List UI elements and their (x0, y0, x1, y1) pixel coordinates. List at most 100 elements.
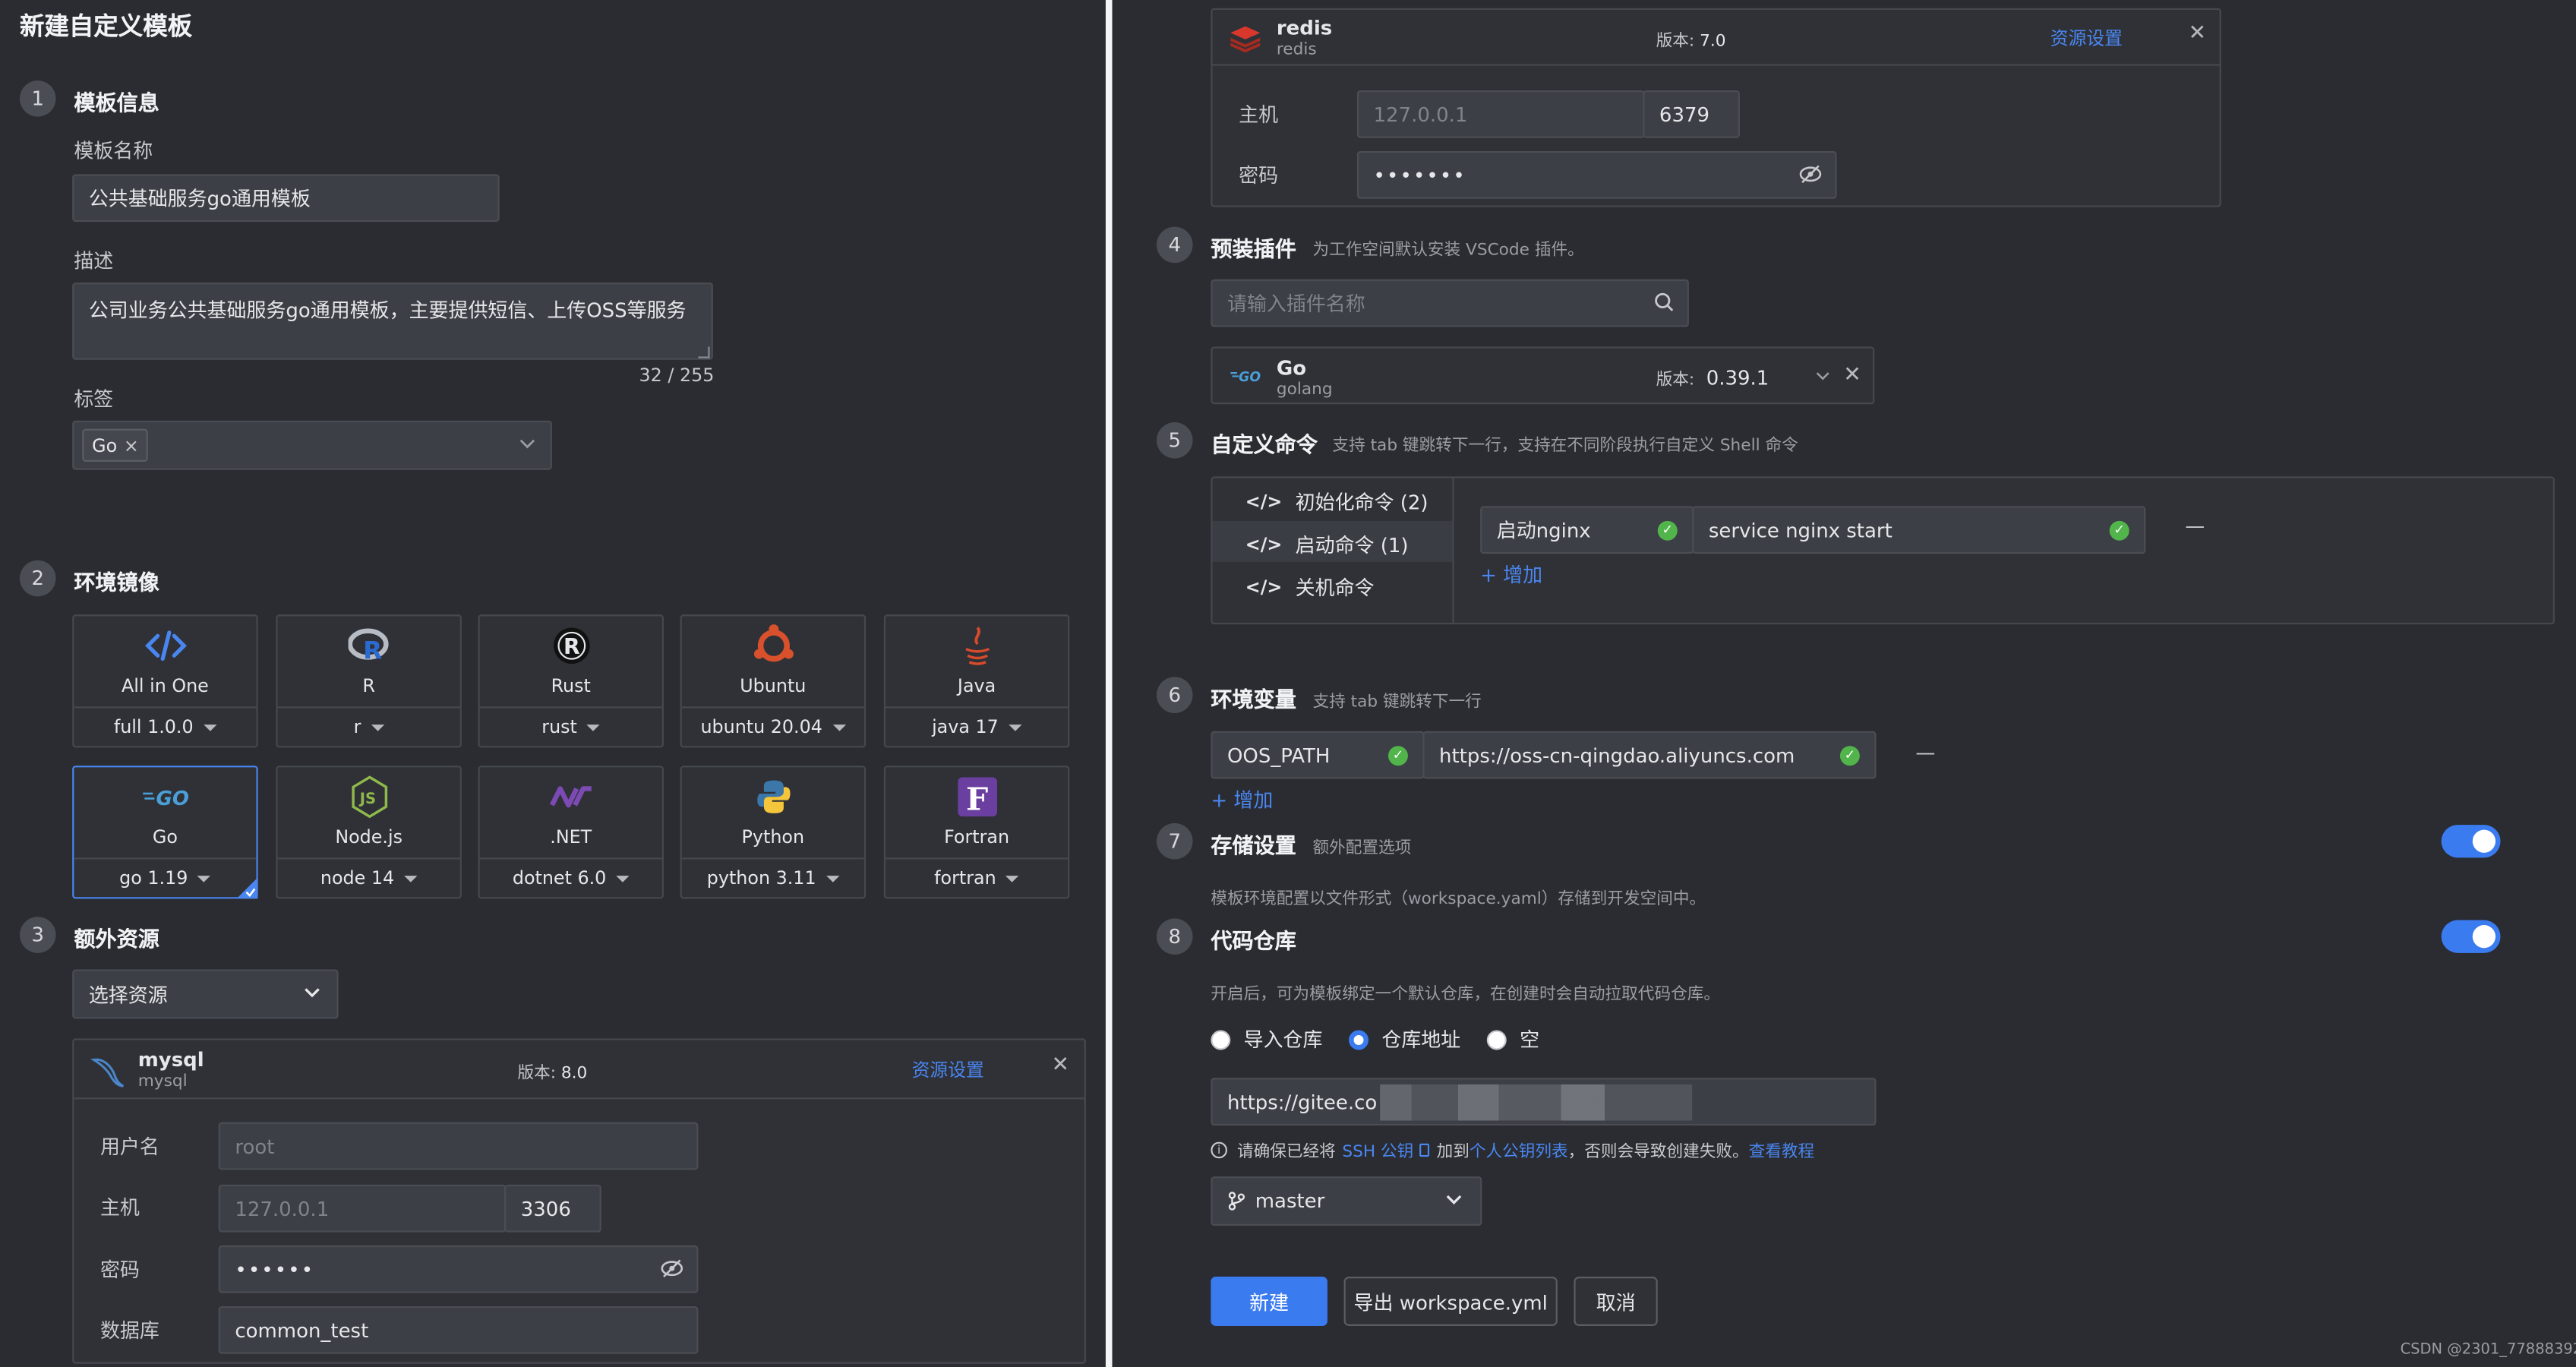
image-card-go[interactable]: GO Go go 1.19 (72, 766, 258, 899)
mysql-host-input[interactable]: 127.0.0.1 (218, 1184, 507, 1233)
repo-source-radio-group: 导入仓库 仓库地址 空 (1211, 1025, 1539, 1053)
image-name: Rust (551, 675, 591, 697)
tags-select[interactable]: Go × (72, 420, 552, 470)
ubuntu-logo-icon (753, 624, 793, 662)
tag-remove-icon[interactable]: × (124, 434, 139, 456)
version-value: 0.39.1 (1706, 366, 1769, 390)
radio-repo-url[interactable] (1349, 1029, 1369, 1050)
mysql-dolphin-icon (90, 1058, 124, 1088)
image-card-rust[interactable]: R Rust rust (478, 614, 664, 748)
close-icon[interactable]: ✕ (1052, 1053, 1070, 1078)
image-version-label: full 1.0.0 (113, 716, 194, 738)
version-label: 版本: (1656, 371, 1695, 390)
mysql-db-input[interactable]: common_test (218, 1305, 699, 1354)
image-version-select[interactable]: python 3.11 (681, 857, 864, 897)
radio-label: 空 (1520, 1028, 1540, 1052)
command-tab-init[interactable]: </> 初始化命令 (2) (1245, 488, 1428, 516)
step-8-title: 代码仓库 (1211, 930, 1296, 955)
image-card-python[interactable]: Python python 3.11 (680, 766, 867, 899)
hint-text: ，否则会导致创建失败。 (1567, 1143, 1749, 1162)
image-version-select[interactable]: node 14 (277, 857, 460, 897)
redis-port-input[interactable]: 6379 (1643, 90, 1740, 138)
resource-select[interactable]: 选择资源 (72, 969, 339, 1019)
image-card-fortran[interactable]: F Fortran fortran (883, 766, 1070, 899)
image-version-select[interactable]: r (277, 706, 460, 746)
command-name-value: 启动nginx (1496, 519, 1591, 542)
search-icon[interactable] (1654, 292, 1674, 312)
image-card-all-in-one[interactable]: All in One full 1.0.0 (72, 614, 258, 748)
image-card-dotnet[interactable]: .NET dotnet 6.0 (478, 766, 664, 899)
image-name: .NET (550, 826, 592, 848)
mysql-settings-link[interactable]: 资源设置 (912, 1056, 984, 1083)
image-card-java[interactable]: Java java 17 (883, 614, 1070, 748)
image-version-select[interactable]: fortran (886, 857, 1069, 897)
env-value-text: https://oss-cn-qingdao.aliyuncs.com (1439, 743, 1795, 767)
mysql-port-input[interactable]: 3306 (504, 1184, 601, 1233)
copy-icon[interactable] (1419, 1142, 1430, 1157)
image-name: Go (152, 826, 178, 848)
remove-env-button[interactable]: — (1915, 741, 1935, 764)
tutorial-link[interactable]: 查看教程 (1749, 1137, 1815, 1162)
image-version-select[interactable]: full 1.0.0 (74, 706, 257, 746)
radio-import-repo[interactable] (1211, 1029, 1231, 1050)
image-card-ubuntu[interactable]: Ubuntu ubuntu 20.04 (680, 614, 867, 748)
eye-off-icon[interactable] (661, 1258, 683, 1278)
add-command-button[interactable]: + 增加 (1480, 560, 1542, 589)
chevron-down-icon[interactable] (1815, 371, 1829, 381)
branch-select[interactable]: master (1211, 1176, 1482, 1226)
radio-empty[interactable] (1486, 1029, 1507, 1050)
resize-handle-icon[interactable] (698, 346, 710, 358)
image-version-select[interactable]: java 17 (886, 706, 1069, 746)
redis-password-input[interactable]: ••••••• (1356, 151, 1837, 199)
mysql-user-input[interactable]: root (218, 1122, 699, 1170)
step-7-subtitle: 额外配置选项 (1312, 839, 1412, 858)
image-version-select[interactable]: dotnet 6.0 (479, 857, 662, 897)
eye-off-icon[interactable] (1799, 164, 1822, 184)
image-version-select[interactable]: rust (479, 706, 662, 746)
image-version-label: ubuntu 20.04 (700, 716, 822, 738)
redis-host-input[interactable]: 127.0.0.1 (1356, 90, 1645, 138)
plugin-search-input[interactable]: 请输入插件名称 (1211, 279, 1689, 327)
repo-url-input[interactable]: https://gitee.co (1211, 1078, 1877, 1125)
image-name: All in One (122, 675, 209, 697)
repo-toggle[interactable] (2441, 920, 2501, 953)
go-logo-icon: GO (142, 788, 188, 808)
close-icon[interactable]: ✕ (1843, 363, 1861, 387)
close-icon[interactable]: ✕ (2189, 21, 2207, 46)
env-value-input[interactable]: https://oss-cn-qingdao.aliyuncs.com ✓ (1422, 731, 1877, 779)
public-key-list-link[interactable]: 个人公钥列表 (1470, 1137, 1568, 1162)
ssh-key-link[interactable]: SSH 公钥 (1342, 1137, 1413, 1162)
storage-toggle[interactable] (2441, 825, 2501, 858)
command-tab-start[interactable]: </> 启动命令 (1) (1245, 531, 1409, 559)
remove-command-button[interactable]: — (2185, 514, 2205, 537)
image-version-select[interactable]: ubuntu 20.04 (681, 706, 864, 746)
redis-settings-link[interactable]: 资源设置 (2050, 24, 2123, 51)
cancel-button[interactable]: 取消 (1574, 1277, 1658, 1326)
mysql-sub: mysql (137, 1072, 188, 1091)
image-version-label: fortran (934, 867, 996, 889)
mysql-password-input[interactable]: •••••• (218, 1245, 699, 1293)
caret-down-icon (203, 725, 216, 731)
image-card-nodejs[interactable]: JS Node.js node 14 (276, 766, 462, 899)
image-version-label: java 17 (932, 716, 999, 738)
step-3-number: 3 (19, 917, 56, 953)
plugin-version-select[interactable]: 版本: 0.39.1 (1656, 365, 1769, 389)
redis-host-label: 主机 (1239, 103, 1279, 127)
redis-password-label: 密码 (1239, 164, 1279, 188)
svg-text:R: R (563, 634, 579, 659)
env-key-input[interactable]: OOS_PATH ✓ (1211, 731, 1425, 779)
code-icon: </> (1245, 491, 1283, 513)
image-card-r[interactable]: R R r (276, 614, 462, 748)
image-version-select[interactable]: go 1.19 (74, 857, 257, 897)
command-tab-shutdown[interactable]: </> 关机命令 (1245, 573, 1375, 601)
description-textarea[interactable]: 公司业务公共基础服务go通用模板，主要提供短信、上传OSS等服务 (72, 283, 713, 360)
command-input[interactable]: service nginx start ✓ (1692, 506, 2146, 554)
storage-description: 模板环境配置以文件形式（workspace.yaml）存储到开发空间中。 (1211, 890, 1706, 909)
redis-logo-icon (1230, 26, 1261, 53)
command-name-input[interactable]: 启动nginx ✓ (1480, 506, 1694, 554)
add-env-button[interactable]: + 增加 (1211, 785, 1273, 813)
export-workspace-button[interactable]: 导出 workspace.yml (1343, 1277, 1558, 1326)
caret-down-icon (832, 725, 846, 731)
template-name-input[interactable]: 公共基础服务go通用模板 (72, 174, 500, 223)
create-button[interactable]: 新建 (1211, 1277, 1327, 1326)
